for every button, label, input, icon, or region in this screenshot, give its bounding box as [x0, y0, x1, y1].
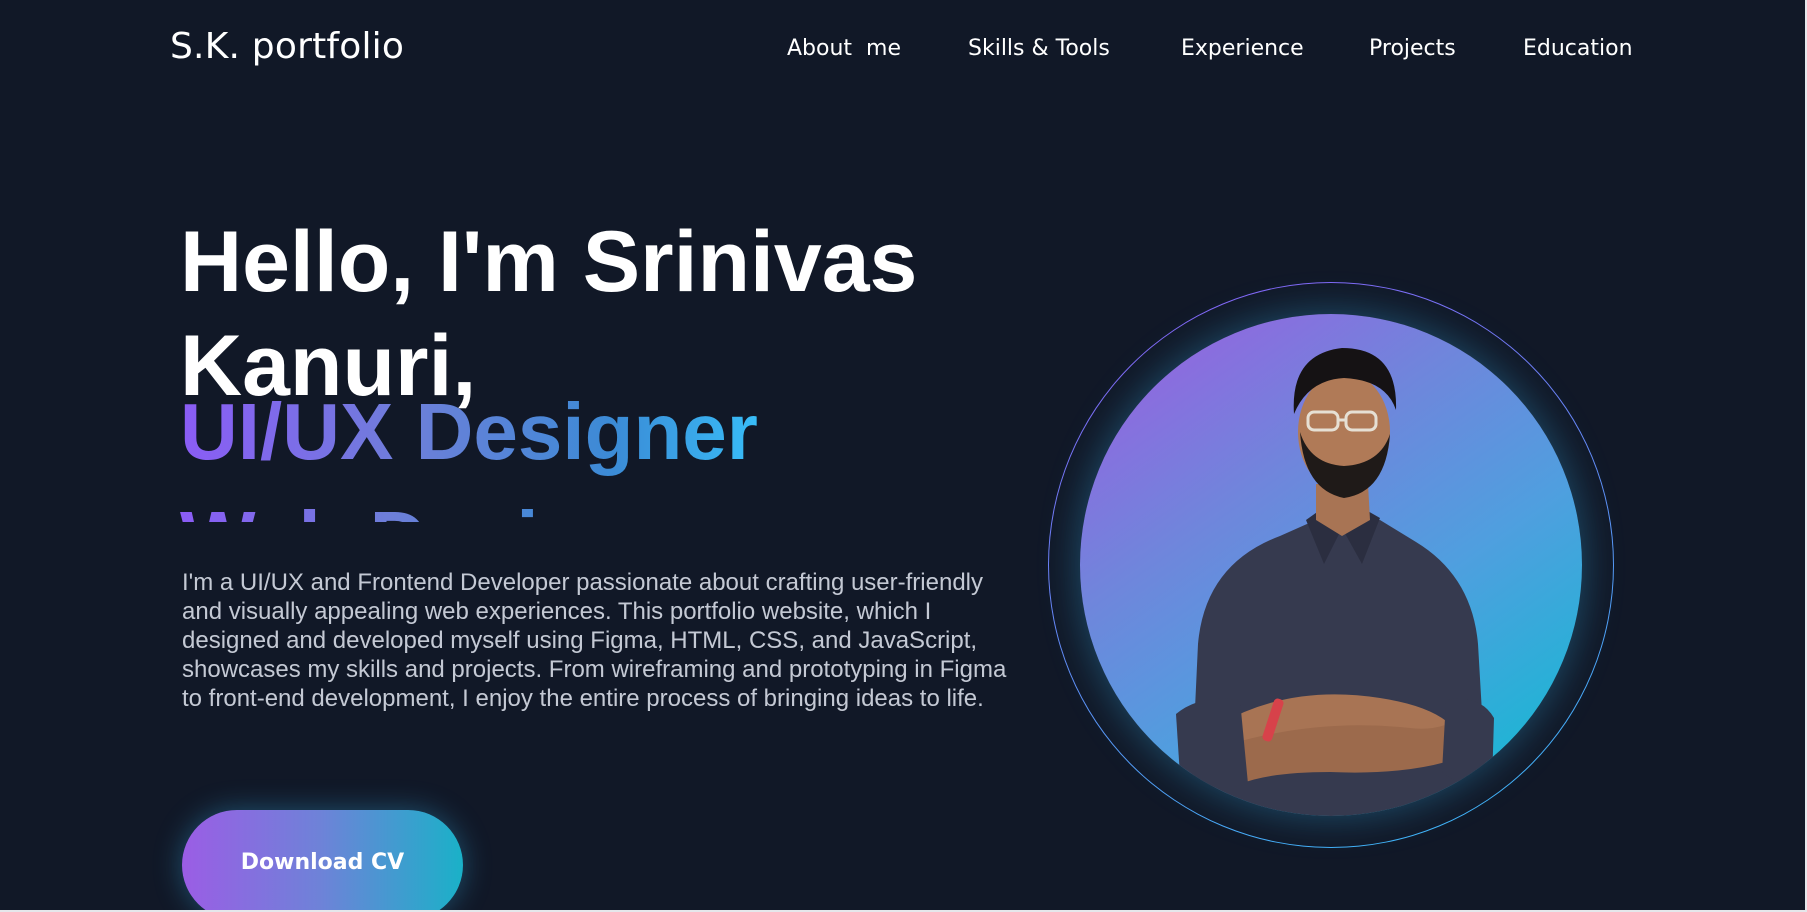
role-text-next: Web Designer: [180, 492, 712, 522]
download-cv-button[interactable]: Download CV: [182, 810, 463, 910]
nav-projects[interactable]: Projects: [1369, 36, 1456, 61]
nav-about-me[interactable]: About me: [787, 36, 901, 61]
nav-education[interactable]: Education: [1523, 36, 1633, 61]
sleeve-left: [1176, 698, 1248, 788]
page-frame: S.K. portfolio About me Skills & Tools E…: [0, 0, 1807, 912]
nav-experience[interactable]: Experience: [1181, 36, 1304, 61]
main-nav: About me Skills & Tools Experience Proje…: [0, 36, 1805, 66]
hero-intro: I'm a UI/UX and Frontend Developer passi…: [182, 569, 1007, 712]
role-rotator: UI/UX Designer Web Designer: [180, 384, 1000, 522]
nav-skills-tools[interactable]: Skills & Tools: [968, 36, 1110, 61]
person-illustration: [1176, 348, 1494, 816]
role-text-current: UI/UX Designer: [180, 384, 758, 480]
sleeve-right: [1442, 698, 1494, 786]
profile-photo: [1080, 314, 1582, 816]
